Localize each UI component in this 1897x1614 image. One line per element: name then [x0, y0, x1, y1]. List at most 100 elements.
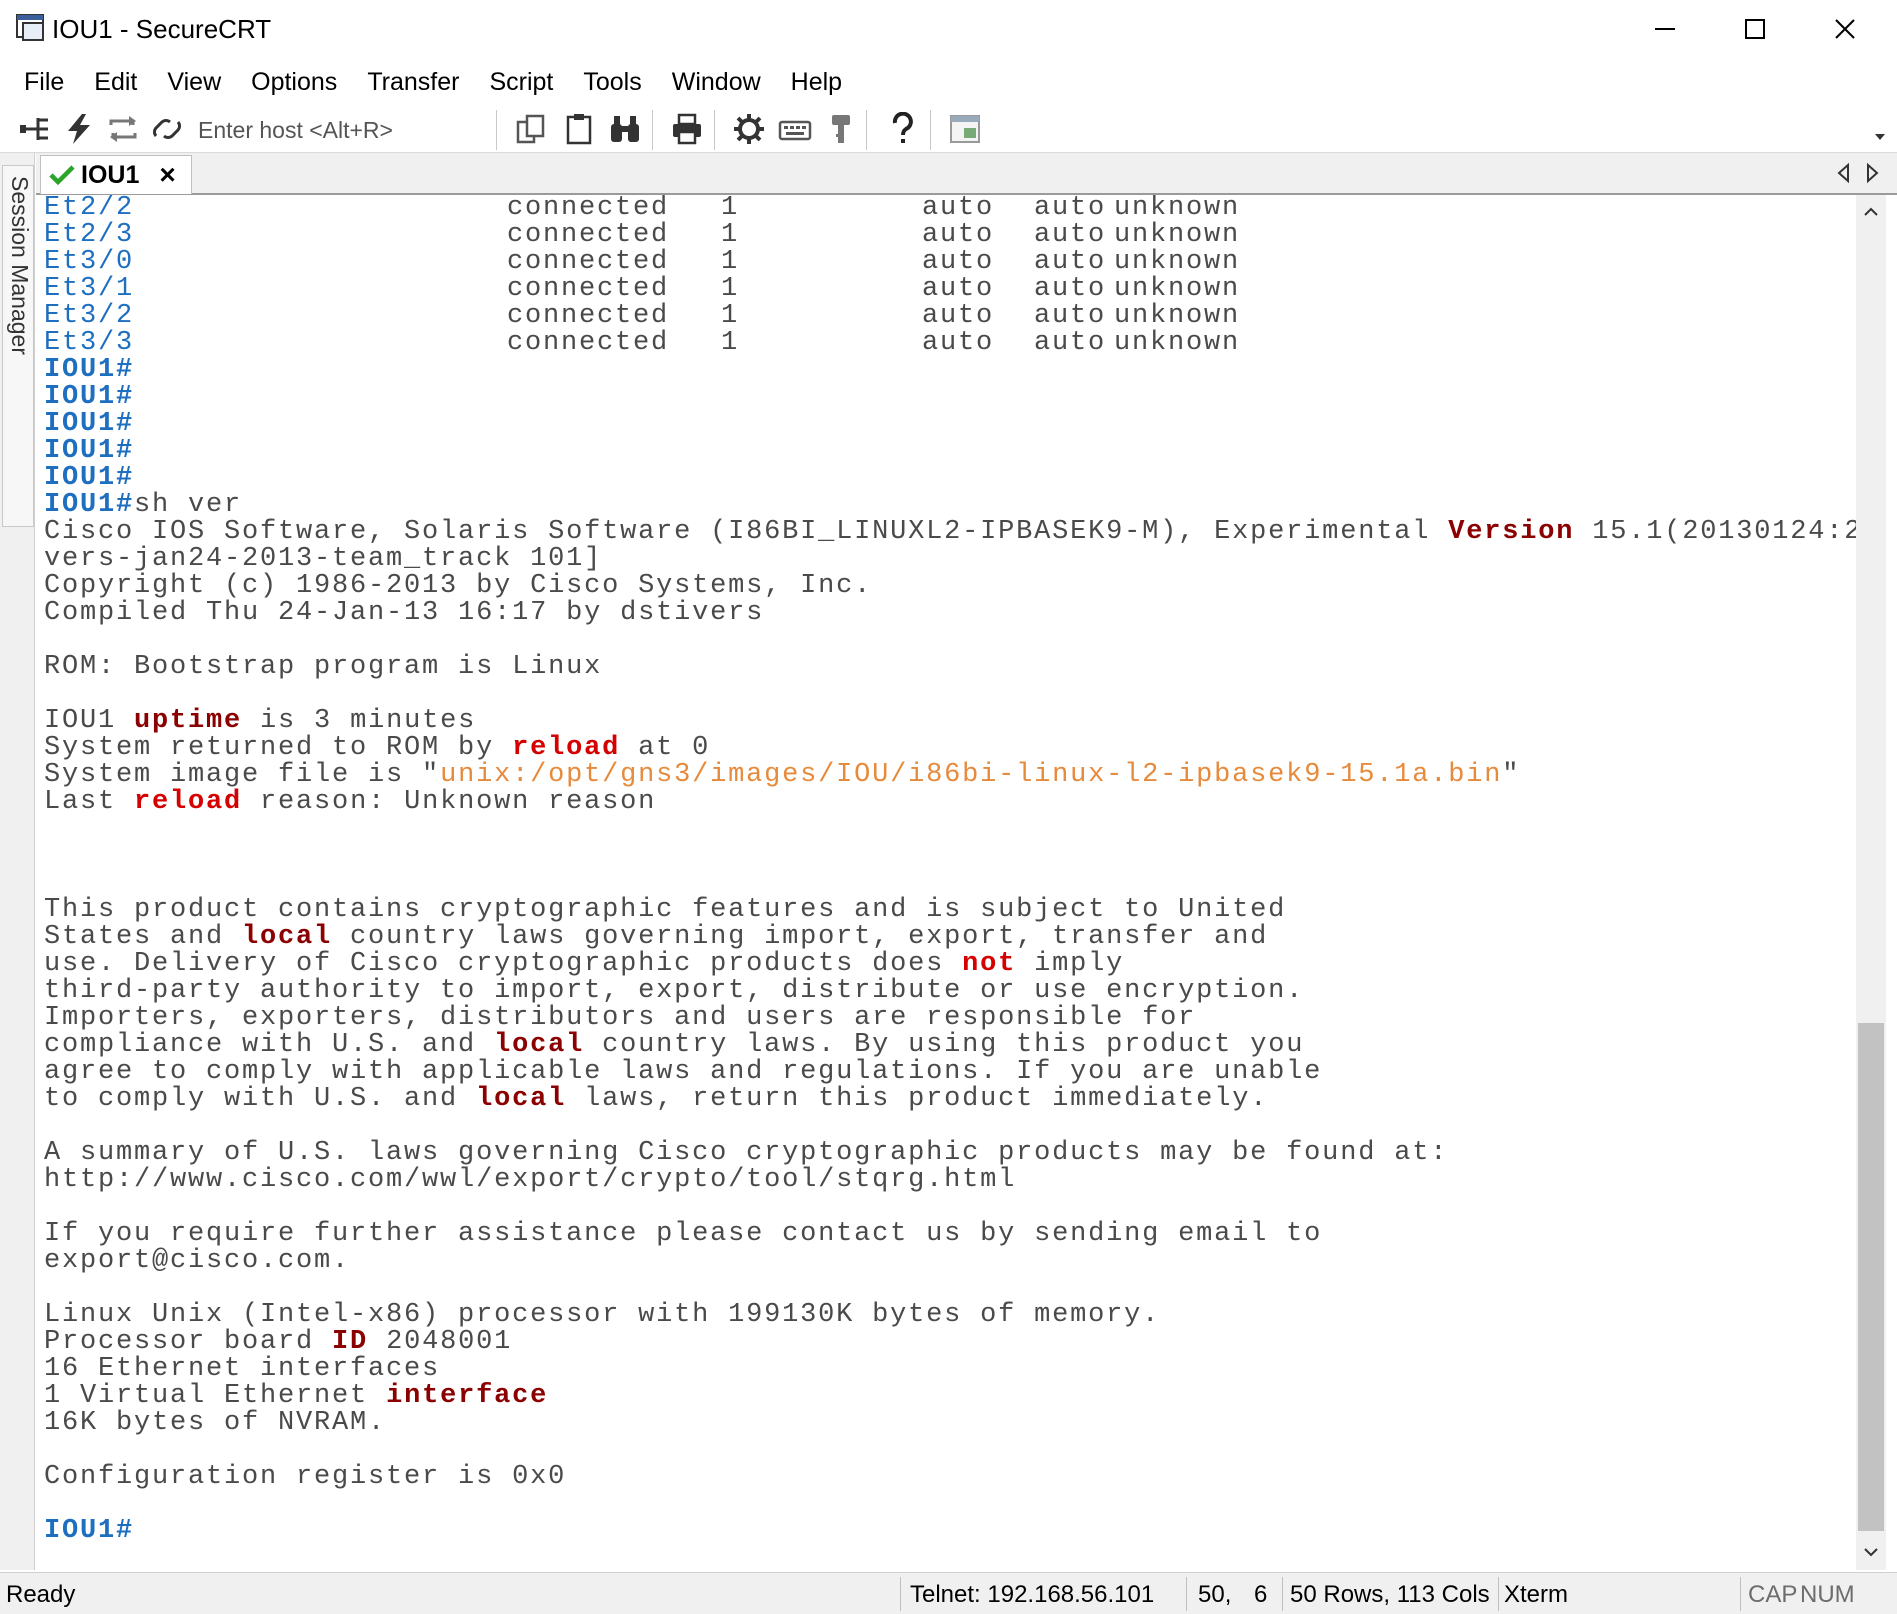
- session-manager-tab[interactable]: Session Manager: [2, 165, 34, 527]
- terminal-text: 2048001: [368, 1327, 513, 1357]
- minimize-button[interactable]: [1620, 0, 1710, 58]
- tab-scroll-right-icon[interactable]: [1861, 161, 1883, 185]
- interface-port: Et3/0: [44, 247, 135, 277]
- terminal-text: export@cisco.com.: [44, 1246, 351, 1276]
- toolbar-separator: [866, 110, 867, 150]
- menu-window[interactable]: Window: [657, 68, 776, 97]
- interface-speed: auto: [1034, 274, 1107, 304]
- status-separator: [1498, 1577, 1499, 1611]
- terminal-line: A summary of U.S. laws governing Cisco c…: [44, 1140, 1856, 1167]
- terminal-text: Importers, exporters, distributors and u…: [44, 1003, 1197, 1033]
- tab-close-icon[interactable]: ×: [159, 159, 175, 191]
- terminal-line: ROM: Bootstrap program is Linux: [44, 654, 1856, 681]
- terminal-line: compliance with U.S. and local country l…: [44, 1032, 1856, 1059]
- maximize-button[interactable]: [1710, 0, 1800, 58]
- cli-prompt: IOU1#: [44, 409, 135, 439]
- paste-icon[interactable]: [562, 112, 596, 146]
- interface-status: connected: [507, 247, 670, 277]
- cli-prompt: IOU1#: [44, 436, 135, 466]
- status-size: 50 Rows, 113 Cols: [1290, 1581, 1490, 1608]
- quick-connect-icon[interactable]: [62, 112, 96, 146]
- menu-transfer[interactable]: Transfer: [352, 68, 474, 97]
- terminal-line: System image file is "unix:/opt/gns3/ima…: [44, 762, 1856, 789]
- terminal-line: http://www.cisco.com/wwl/export/crypto/t…: [44, 1167, 1856, 1194]
- terminal-text: Cisco IOS Software, Solaris Software (I8…: [44, 517, 1449, 547]
- menu-options[interactable]: Options: [236, 68, 352, 97]
- highlighted-keyword: local: [476, 1084, 567, 1114]
- cli-prompt: IOU1#: [44, 1516, 135, 1546]
- interface-row: Et3/2 connected 1 auto auto unknown: [44, 303, 1856, 330]
- interface-row: Et2/3 connected 1 auto auto unknown: [44, 222, 1856, 249]
- interface-type: unknown: [1114, 328, 1241, 358]
- highlighted-keyword: ID: [332, 1327, 369, 1357]
- toolbar-separator: [496, 110, 497, 150]
- dropdown-icon[interactable]: [1873, 132, 1887, 142]
- terminal-line: Cisco IOS Software, Solaris Software (I8…: [44, 519, 1856, 546]
- interface-status: connected: [507, 274, 670, 304]
- print-icon[interactable]: [670, 112, 704, 146]
- terminal-text: is 3 minutes: [242, 706, 477, 736]
- terminal-line: IOU1#: [44, 411, 1856, 438]
- tab-label: IOU1: [81, 160, 140, 189]
- scroll-up-icon[interactable]: [1862, 203, 1880, 221]
- tab-iou1[interactable]: IOU1 ×: [40, 155, 192, 194]
- menu-bar: File Edit View Options Transfer Script T…: [0, 62, 1897, 102]
- status-separator: [900, 1577, 901, 1611]
- reconnect-icon[interactable]: [106, 112, 140, 146]
- sftp-icon[interactable]: [824, 112, 858, 146]
- terminal-line: Compiled Thu 24-Jan-13 16:17 by dstivers: [44, 600, 1856, 627]
- connect-icon[interactable]: [18, 112, 52, 146]
- host-input[interactable]: [196, 112, 490, 148]
- interface-duplex: auto: [922, 195, 995, 223]
- tab-scroll-left-icon[interactable]: [1833, 161, 1855, 185]
- disconnect-icon[interactable]: [150, 112, 184, 146]
- menu-tools[interactable]: Tools: [568, 68, 656, 97]
- interface-duplex: auto: [922, 247, 995, 277]
- terminal-line: Processor board ID 2048001: [44, 1329, 1856, 1356]
- terminal-output[interactable]: Et2/2 connected 1 auto auto unknown Et2/3 conne…: [36, 195, 1856, 1570]
- menu-file[interactable]: File: [0, 68, 79, 97]
- interface-duplex: auto: [922, 220, 995, 250]
- settings-icon[interactable]: [732, 112, 766, 146]
- scrollbar-thumb[interactable]: [1858, 1023, 1884, 1531]
- terminal-text: 16K bytes of NVRAM.: [44, 1408, 387, 1438]
- menu-help[interactable]: Help: [776, 68, 857, 97]
- menu-view[interactable]: View: [152, 68, 236, 97]
- session-manager-sidebar: Session Manager: [0, 153, 35, 1570]
- terminal-line: IOU1#sh ver: [44, 492, 1856, 519]
- menu-edit[interactable]: Edit: [79, 68, 152, 97]
- interface-duplex: auto: [922, 328, 995, 358]
- session-tab-bar: IOU1 ×: [36, 153, 1897, 195]
- close-button[interactable]: [1800, 0, 1890, 58]
- help-icon[interactable]: [886, 112, 920, 146]
- terminal-scrollbar[interactable]: [1856, 195, 1886, 1570]
- copy-icon[interactable]: [514, 112, 548, 146]
- terminal-line: 1 Virtual Ethernet interface: [44, 1383, 1856, 1410]
- terminal-line: IOU1#: [44, 438, 1856, 465]
- terminal-line: vers-jan24-2013-team_track 101]: [44, 546, 1856, 573]
- interface-vlan: 1: [721, 274, 740, 304]
- maximize-icon: [1745, 19, 1765, 39]
- status-separator: [1186, 1577, 1187, 1611]
- find-icon[interactable]: [608, 112, 642, 146]
- status-separator: [1282, 1577, 1283, 1611]
- keymap-icon[interactable]: [778, 112, 812, 146]
- terminal-line: third-party authority to import, export,…: [44, 978, 1856, 1005]
- terminal-text: IOU1: [44, 706, 135, 736]
- terminal-line: Importers, exporters, distributors and u…: [44, 1005, 1856, 1032]
- terminal-text: 15.1(20130124:233217) [dsti: [1592, 517, 1856, 547]
- terminal-line: Last reload reason: Unknown reason: [44, 789, 1856, 816]
- menu-script[interactable]: Script: [474, 68, 568, 97]
- terminal-text: 16 Ethernet interfaces: [44, 1354, 441, 1384]
- highlighted-keyword: reload: [512, 733, 621, 763]
- interface-status: connected: [507, 301, 670, 331]
- interface-type: unknown: [1114, 247, 1241, 277]
- script-icon[interactable]: [948, 112, 982, 146]
- cli-prompt: IOU1#: [44, 355, 135, 385]
- scroll-down-icon[interactable]: [1862, 1543, 1880, 1561]
